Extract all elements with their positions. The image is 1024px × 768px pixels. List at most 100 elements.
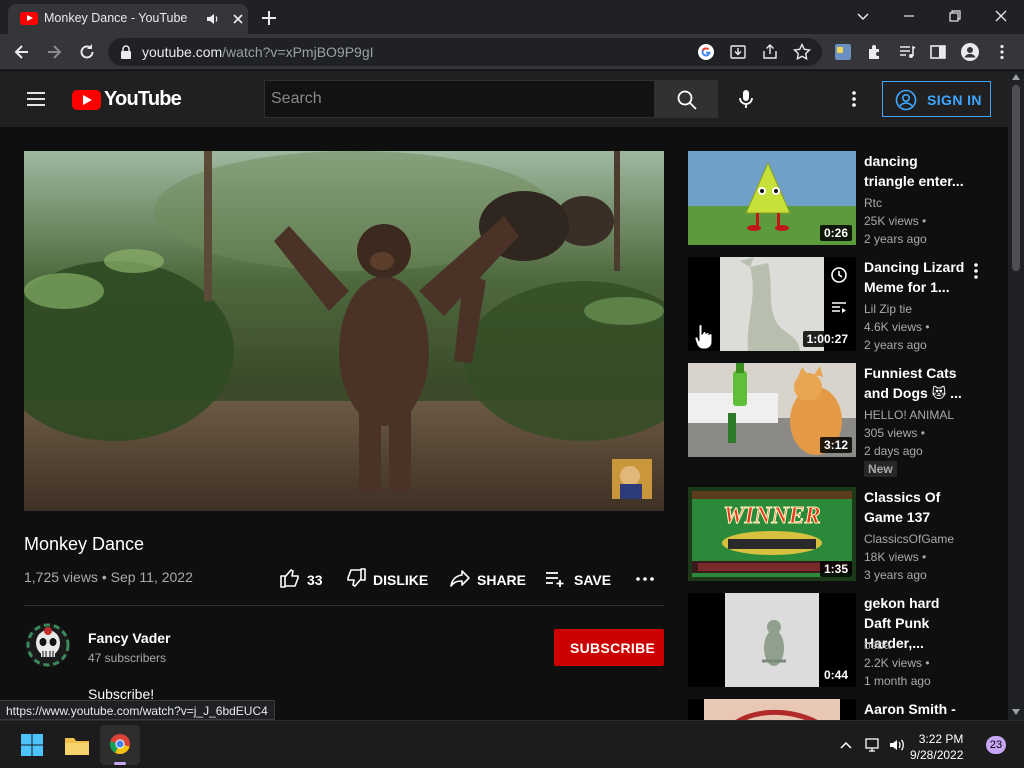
recommendation-item[interactable]: Aaron Smith - — [688, 699, 988, 720]
video-duration: 0:26 — [819, 225, 852, 241]
recommendation-title[interactable]: Funniest Cats and Dogs 😻 ... — [864, 363, 968, 403]
share-page-icon[interactable] — [760, 42, 780, 62]
recommendation-item[interactable]: 0:44 gekon hard Daft Punk Harder,... bob… — [688, 593, 988, 688]
clock-date: 9/28/2022 — [910, 748, 964, 762]
new-tab-icon[interactable] — [258, 7, 280, 29]
divider — [24, 605, 664, 606]
chrome-icon — [109, 734, 130, 755]
sign-in-button[interactable]: SIGN IN — [882, 81, 991, 117]
taskbar-chrome-button[interactable] — [100, 725, 140, 765]
windows-start-icon[interactable] — [20, 733, 44, 757]
recommendation-thumbnail[interactable] — [688, 699, 856, 720]
reload-icon[interactable] — [77, 42, 97, 62]
video-duration: 0:44 — [819, 667, 852, 683]
show-hidden-icons-chevron-icon[interactable] — [838, 737, 854, 753]
recommendation-thumbnail[interactable]: 0:44 — [688, 593, 856, 687]
network-icon[interactable] — [864, 736, 882, 754]
recommendation-title[interactable]: Aaron Smith - — [864, 699, 968, 719]
bookmark-star-icon[interactable] — [792, 42, 812, 62]
page-scrollbar[interactable] — [1008, 71, 1024, 720]
minimize-icon[interactable] — [899, 6, 919, 26]
volume-icon[interactable] — [888, 736, 906, 754]
watch-later-icon[interactable] — [827, 263, 851, 287]
browser-tab-strip: Monkey Dance - YouTube — [0, 0, 1024, 34]
video-player[interactable] — [24, 151, 664, 511]
lock-icon[interactable] — [120, 45, 132, 59]
profile-icon[interactable] — [960, 42, 980, 62]
tab-search-chevron-icon[interactable] — [853, 6, 873, 26]
recommendation-item[interactable]: 0:26 dancing triangle enter... Rtc 25K v… — [688, 151, 988, 246]
add-to-queue-icon[interactable] — [827, 295, 851, 319]
recommendation-views: 2.2K views • — [864, 656, 930, 670]
browser-tab-active[interactable]: Monkey Dance - YouTube — [8, 4, 248, 34]
share-label: SHARE — [477, 572, 527, 588]
save-button[interactable]: SAVE — [545, 567, 615, 591]
restore-icon[interactable] — [945, 6, 965, 26]
tab-audio-icon[interactable] — [206, 12, 220, 26]
subscribe-label: SUBSCRIBE — [570, 640, 656, 656]
dislike-button[interactable]: DISLIKE — [345, 567, 435, 591]
recommendation-thumbnail[interactable]: 3:12 — [688, 363, 856, 457]
google-icon[interactable] — [696, 42, 716, 62]
recommendation-channel[interactable]: HELLO! ANIMAL — [864, 408, 954, 422]
new-badge: New — [864, 461, 897, 477]
tab-title: Monkey Dance - YouTube — [44, 11, 188, 25]
like-button[interactable]: 33 — [279, 567, 327, 591]
side-panel-icon[interactable] — [928, 42, 948, 62]
recommendation-channel[interactable]: ClassicsOfGame — [864, 532, 954, 546]
recommendation-title[interactable]: Dancing Lizard Meme for 1... — [864, 257, 968, 297]
extension-icon[interactable] — [833, 42, 853, 62]
tab-close-icon[interactable] — [230, 11, 246, 27]
scrollbar-thumb[interactable] — [1012, 85, 1020, 271]
recommendation-item[interactable]: 1:00:27 Dancing Lizard Meme for 1... Lil… — [688, 257, 988, 352]
recommendation-views: 18K views • — [864, 550, 927, 564]
recommendation-title[interactable]: Classics Of Game 137 — [864, 487, 968, 527]
microphone-icon[interactable] — [735, 88, 757, 110]
url-text[interactable]: youtube.com/watch?v=xPmjBO9P9gI — [142, 44, 374, 60]
recommendation-title[interactable]: dancing triangle enter... — [864, 151, 968, 191]
recommendation-age: 2 years ago — [864, 232, 927, 246]
extensions-puzzle-icon[interactable] — [865, 42, 885, 62]
search-box[interactable] — [264, 80, 655, 118]
close-window-icon[interactable] — [991, 6, 1011, 26]
system-clock[interactable]: 3:22 PM 9/28/2022 — [910, 731, 963, 763]
recommendation-thumbnail[interactable]: 1:00:27 — [688, 257, 856, 351]
recommendation-thumbnail[interactable]: WINNER 1:35 — [688, 487, 856, 581]
recommendation-item[interactable]: WINNER 1:35 Classics Of Game 137 Classic… — [688, 487, 988, 582]
recommendation-age: 1 month ago — [864, 674, 931, 688]
notification-badge[interactable]: 23 — [986, 736, 1006, 754]
video-duration: 1:35 — [819, 561, 852, 577]
recommendation-thumbnail[interactable]: 0:26 — [688, 151, 856, 245]
guide-menu-icon[interactable] — [26, 89, 46, 109]
video-title: Monkey Dance — [24, 534, 145, 554]
recommendation-item[interactable]: 3:12 Funniest Cats and Dogs 😻 ... HELLO!… — [688, 363, 988, 477]
scroll-up-icon[interactable] — [1012, 74, 1020, 80]
recommendation-age: 3 years ago — [864, 568, 927, 582]
channel-avatar[interactable] — [24, 621, 72, 669]
media-control-icon[interactable] — [897, 42, 917, 62]
forward-icon[interactable] — [44, 42, 64, 62]
search-input[interactable] — [265, 81, 654, 117]
subscribe-button[interactable]: SUBSCRIBE — [554, 629, 664, 666]
account-icon — [895, 89, 917, 111]
recommendation-channel[interactable]: Lil Zip tie — [864, 302, 912, 316]
sign-in-label: SIGN IN — [927, 92, 982, 108]
recommendation-menu-icon[interactable] — [964, 259, 988, 283]
settings-more-icon[interactable] — [843, 88, 865, 110]
thumbnail-text: WINNER — [723, 503, 820, 529]
recommendation-channel[interactable]: Rtc — [864, 196, 882, 210]
back-icon[interactable] — [12, 42, 32, 62]
more-actions-icon[interactable] — [634, 568, 656, 590]
scroll-down-icon[interactable] — [1012, 709, 1020, 715]
channel-name[interactable]: Fancy Vader — [88, 630, 171, 646]
recommendation-channel[interactable]: boba — [864, 638, 891, 652]
chrome-menu-icon[interactable] — [992, 42, 1012, 62]
video-frame[interactable] — [24, 151, 664, 511]
install-app-icon[interactable] — [728, 42, 748, 62]
search-button[interactable] — [654, 80, 718, 118]
share-button[interactable]: SHARE — [449, 567, 529, 591]
address-bar[interactable]: youtube.com/watch?v=xPmjBO9P9gI — [108, 38, 822, 66]
youtube-page: YouTube SIGN IN — [0, 71, 1008, 720]
file-explorer-icon[interactable] — [64, 733, 90, 757]
video-duration: 1:00:27 — [802, 331, 852, 347]
